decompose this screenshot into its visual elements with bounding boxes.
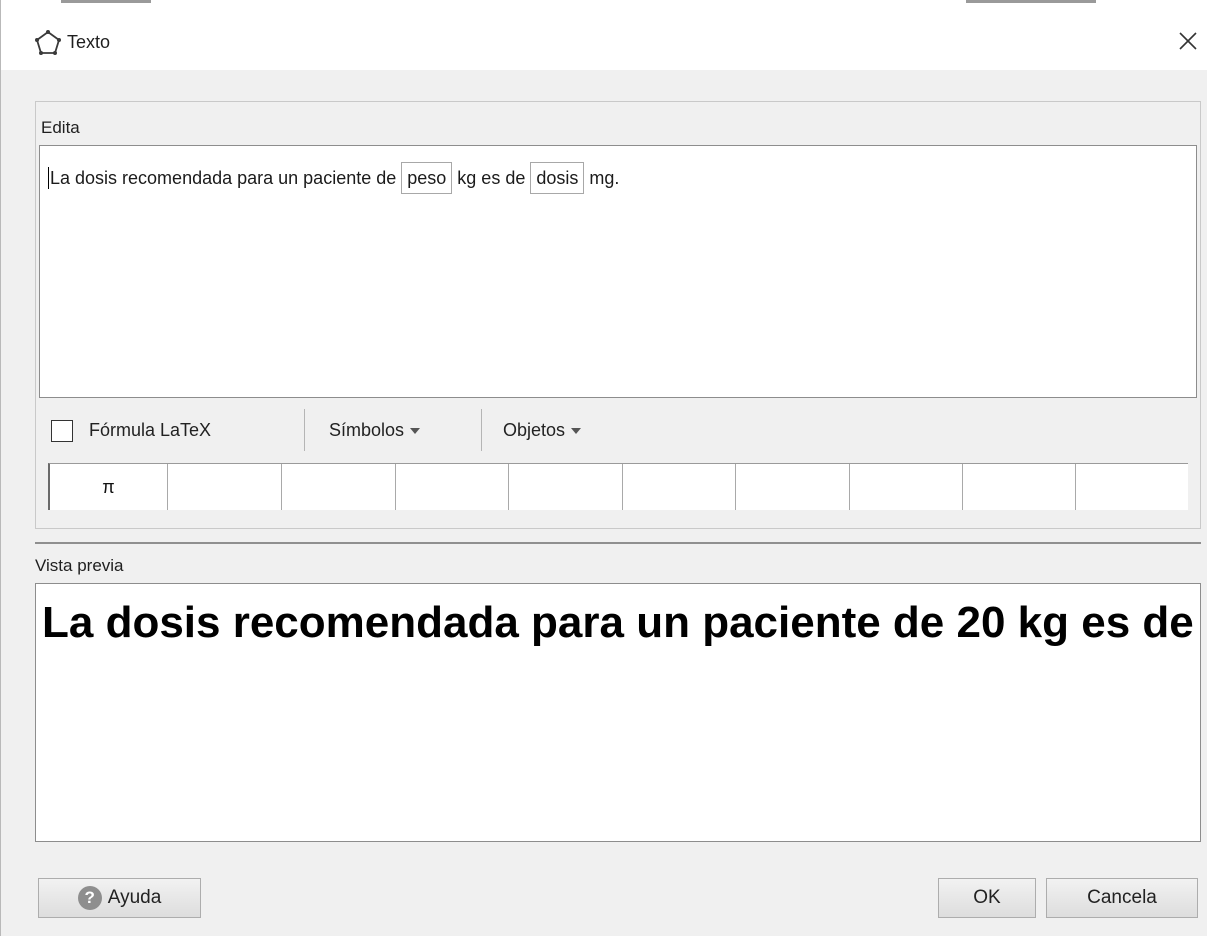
symbol-button[interactable]: [623, 464, 736, 510]
edit-text-segment: kg es de: [457, 167, 526, 188]
symbol-button[interactable]: [736, 464, 850, 510]
symbol-button[interactable]: [850, 464, 963, 510]
text-edit-area[interactable]: La dosis recomendada para un paciente de…: [39, 145, 1197, 398]
title-bar[interactable]: Texto: [1, 8, 1207, 70]
chevron-down-icon: [571, 428, 582, 435]
help-button[interactable]: ? Ayuda: [38, 878, 201, 918]
cancel-button[interactable]: Cancela: [1046, 878, 1198, 918]
symbol-button[interactable]: [396, 464, 509, 510]
text-dialog: Texto Edita La dosis recomendada para un…: [0, 0, 1207, 936]
symbol-button[interactable]: [1076, 464, 1188, 510]
preview-text: La dosis recomendada para un paciente de…: [42, 598, 1194, 647]
toolbar-separator: [481, 409, 482, 451]
edit-label: Edita: [41, 118, 80, 137]
symbol-button[interactable]: [509, 464, 623, 510]
close-icon[interactable]: [1173, 26, 1203, 56]
latex-label[interactable]: Fórmula LaTeX: [89, 420, 211, 441]
pentagon-outline-icon: [35, 30, 61, 55]
window-title: Texto: [67, 32, 111, 52]
edit-text-segment: La dosis recomendada para un paciente de: [50, 167, 397, 188]
chevron-down-icon: [410, 428, 421, 435]
edit-text-segment: mg.: [589, 167, 620, 188]
ok-button[interactable]: OK: [938, 878, 1036, 918]
symbols-menu[interactable]: Símbolos: [329, 420, 421, 441]
symbol-bar: π: [48, 463, 1188, 510]
edit-toolbar: Fórmula LaTeX Símbolos Objetos: [39, 405, 1197, 457]
objects-menu[interactable]: Objetos: [503, 420, 582, 441]
object-token-dosis[interactable]: dosis: [530, 162, 585, 194]
symbols-label: Símbolos: [329, 420, 405, 440]
objects-label: Objetos: [503, 420, 566, 440]
symbol-button[interactable]: [282, 464, 396, 510]
edit-content: La dosis recomendada para un paciente de…: [48, 162, 619, 194]
help-icon: ?: [77, 886, 102, 910]
symbol-button[interactable]: [168, 464, 282, 510]
preview-area: La dosis recomendada para un paciente de…: [35, 583, 1201, 842]
help-label: Ayuda: [107, 887, 162, 908]
background-window-edge: [1, 0, 1207, 8]
preview-label: Vista previa: [35, 556, 124, 575]
toolbar-separator: [304, 409, 305, 451]
object-token-peso[interactable]: peso: [401, 162, 453, 194]
split-divider[interactable]: [35, 542, 1201, 544]
text-caret: [48, 167, 49, 189]
latex-checkbox[interactable]: [51, 420, 73, 442]
symbol-button[interactable]: π: [50, 464, 168, 510]
symbol-button[interactable]: [963, 464, 1076, 510]
